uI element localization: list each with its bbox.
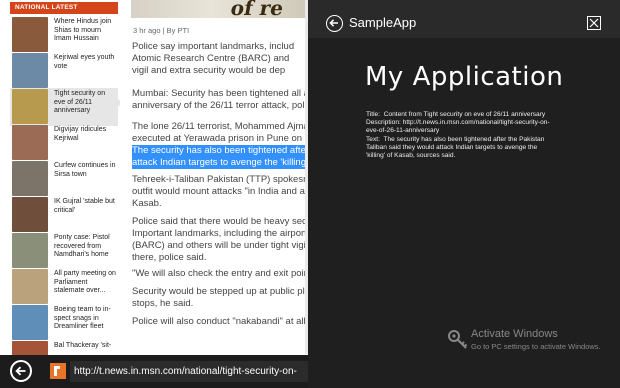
article-paragraph: Mumbai: Security has been tightened all …: [132, 88, 308, 111]
detail-line: Title: Content from Tight security on ev…: [366, 111, 546, 118]
hero-image-text: of re: [228, 0, 286, 20]
article-paragraph: Police said that there would be heavy se…: [132, 216, 308, 263]
site-favicon-icon: [50, 363, 66, 379]
news-item-title: Boeing team to in-spect snags in Dreamli…: [54, 306, 111, 331]
app-name: SampleApp: [349, 15, 417, 30]
detail-line: Description: http://t.news.in.msn.com/na…: [366, 119, 550, 127]
news-thumbnail: [12, 269, 48, 304]
news-item-title: Tight security on eve of 26/11 anniversa…: [54, 90, 106, 115]
news-item-title: IK Gujral 'stable but critical': [54, 198, 115, 214]
news-thumbnail: [12, 233, 48, 268]
news-item-title: Curfew continues in Sirsa town: [54, 162, 116, 178]
selected-text[interactable]: The security has also been tightened aft…: [132, 145, 308, 169]
news-item[interactable]: All party meeting on Parliament stalemat…: [10, 268, 118, 306]
page-title: My Application: [365, 62, 564, 92]
news-item[interactable]: Curfew continues in Sirsa town: [10, 160, 118, 198]
detail-line: Taliban said they would attack Indian ta…: [366, 143, 538, 151]
article-paragraph: Police say important landmarks, includ A…: [132, 41, 295, 76]
news-thumbnail: [12, 161, 48, 196]
back-arrow-icon: [15, 366, 26, 376]
news-item-title: Ponty case: Pistol recovered from Namdha…: [54, 234, 110, 259]
news-thumbnail: [12, 89, 48, 124]
msn-icon: [54, 366, 60, 376]
news-thumbnail: [12, 197, 48, 232]
news-item-selected[interactable]: Tight security on eve of 26/11 anniversa…: [10, 88, 118, 126]
article-paragraph: Tehreek-i-Taliban Pakistan (TTP) spokesm…: [132, 174, 308, 209]
news-thumbnail: [12, 305, 48, 340]
news-item-title: Bal Thackeray 'sit-: [54, 342, 112, 349]
news-sidebar: NATIONAL LATEST Where Hindus join Shias …: [0, 0, 120, 388]
news-thumbnail: [12, 17, 48, 52]
close-button[interactable]: [587, 16, 601, 30]
app-share-panel: SampleApp My Application Title: Content …: [308, 0, 620, 388]
selection-pointer: [117, 98, 120, 108]
news-item[interactable]: IK Gujral 'stable but critical': [10, 196, 118, 234]
article-hero-image: of re: [131, 0, 308, 20]
app-back-button[interactable]: [326, 15, 343, 32]
news-item[interactable]: Boeing team to in-spect snags in Dreamli…: [10, 304, 118, 342]
back-arrow-icon: [329, 19, 338, 27]
news-item-title: Where Hindus join Shias to mourn Imam Hu…: [54, 18, 112, 43]
key-icon: [448, 330, 468, 349]
activation-watermark-subtitle: Go to PC settings to activate Windows.: [471, 342, 601, 351]
browser-address-bar: http://t.news.in.msn.com/national/tight-…: [0, 355, 308, 388]
url-input[interactable]: http://t.news.in.msn.com/national/tight-…: [70, 361, 308, 382]
app-header: SampleApp: [308, 0, 620, 38]
news-thumbnail: [12, 53, 48, 88]
article-view[interactable]: of re 3 hr ago | By PTI Police say impor…: [121, 0, 308, 354]
article-paragraph: Police will also conduct "nakabandi" at …: [132, 316, 308, 327]
news-item-title: Digvijay ridicules Kejriwal: [54, 126, 107, 142]
close-icon: [589, 18, 599, 28]
sidebar-header: NATIONAL LATEST: [10, 2, 118, 14]
detail-line: Text: The security has also been tighten…: [366, 135, 545, 143]
shared-content-details: Title: Content from Tight security on ev…: [366, 111, 596, 160]
news-item[interactable]: Digvijay ridicules Kejriwal: [10, 124, 118, 162]
detail-line: eve-of-26-11-anniversary: [366, 127, 440, 135]
news-thumbnail: [12, 125, 48, 160]
article-meta: 3 hr ago | By PTI: [133, 26, 190, 35]
activation-watermark-title: Activate Windows: [471, 328, 558, 340]
news-item[interactable]: Where Hindus join Shias to mourn Imam Hu…: [10, 16, 118, 54]
article-paragraph: "We will also check the entry and exit p…: [132, 268, 308, 279]
news-item-title: All party meeting on Parliament stalemat…: [54, 270, 116, 295]
detail-line: 'killing' of Kasab, sources said.: [366, 152, 456, 160]
news-item[interactable]: Kejriwal eyes youth vote: [10, 52, 118, 90]
article-paragraph: The lone 26/11 terrorist, Mohammed Ajmal…: [132, 121, 308, 144]
browser-back-button[interactable]: [10, 360, 32, 382]
article-paragraph: Security would be stepped up at public p…: [132, 286, 308, 309]
news-item[interactable]: Ponty case: Pistol recovered from Namdha…: [10, 232, 118, 270]
news-item-title: Kejriwal eyes youth vote: [54, 54, 115, 70]
